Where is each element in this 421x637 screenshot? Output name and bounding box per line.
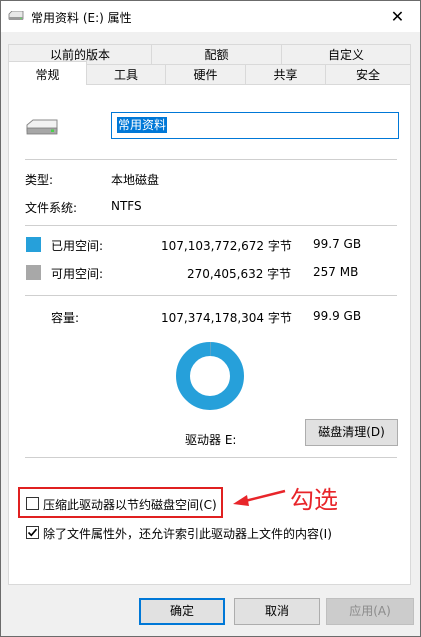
capacity-bytes: 107,374,178,304 字节 (161, 311, 292, 325)
tab-sharing[interactable]: 共享 (245, 64, 326, 84)
type-value: 本地磁盘 (111, 173, 160, 187)
index-label: 除了文件属性外，还允许索引此驱动器上文件的内容(I) (43, 527, 332, 541)
drive-icon (8, 11, 24, 20)
annotation-highlight-box (18, 487, 223, 518)
tab-customize[interactable]: 自定义 (281, 44, 411, 64)
index-checkbox[interactable] (26, 526, 39, 539)
annotation-arrow-icon (233, 489, 286, 506)
tab-tools[interactable]: 工具 (86, 64, 166, 84)
filesystem-label: 文件系统: (25, 201, 78, 215)
tab-quota[interactable]: 配额 (151, 44, 282, 64)
divider (25, 159, 397, 160)
drive-name-value: 常用资料 (117, 117, 168, 133)
filesystem-value: NTFS (111, 199, 142, 213)
divider (25, 457, 397, 458)
usage-donut-chart (176, 342, 244, 410)
used-space-swatch (26, 237, 41, 252)
free-space-bytes: 270,405,632 字节 (187, 267, 292, 281)
drive-name-input[interactable]: 常用资料 (111, 112, 399, 139)
donut-used-ring (176, 342, 244, 410)
free-space-size: 257 MB (313, 265, 359, 279)
tab-security[interactable]: 安全 (325, 64, 411, 84)
used-space-label: 已用空间: (51, 239, 104, 253)
title-bar: 常用资料 (E:) 属性 ✕ (1, 1, 420, 32)
checkmark-icon (27, 528, 38, 537)
disk-cleanup-button[interactable]: 磁盘清理(D) (305, 419, 398, 446)
apply-button[interactable]: 应用(A) (326, 598, 414, 625)
tab-hardware[interactable]: 硬件 (165, 64, 246, 84)
cancel-button[interactable]: 取消 (234, 598, 320, 625)
properties-window: 常用资料 (E:) 属性 ✕ 以前的版本 配额 自定义 工具 硬件 共享 安全 … (0, 0, 421, 637)
free-space-swatch (26, 265, 41, 280)
window-title: 常用资料 (E:) 属性 (31, 11, 132, 25)
used-space-size: 99.7 GB (313, 237, 362, 251)
free-space-label: 可用空间: (51, 267, 104, 281)
capacity-size: 99.9 GB (313, 309, 362, 323)
divider (25, 295, 397, 296)
ok-button[interactable]: 确定 (139, 598, 225, 625)
drive-letter-label: 驱动器 E: (185, 433, 237, 447)
hard-drive-icon (26, 119, 58, 135)
divider (25, 225, 397, 226)
tab-general[interactable]: 常规 (8, 61, 87, 85)
close-icon: ✕ (390, 7, 405, 26)
capacity-label: 容量: (51, 311, 80, 325)
used-space-bytes: 107,103,772,672 字节 (161, 239, 292, 253)
close-button[interactable]: ✕ (375, 1, 420, 32)
annotation-label: 勾选 (290, 486, 338, 514)
type-label: 类型: (25, 173, 54, 187)
